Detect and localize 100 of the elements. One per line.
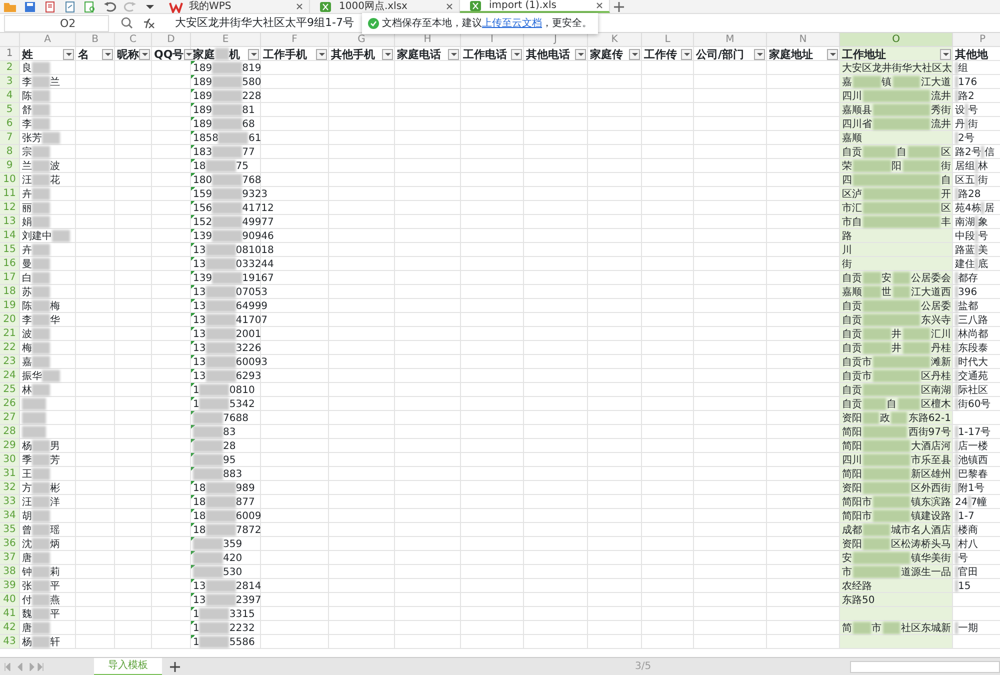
row-number[interactable]: 10 — [0, 173, 20, 187]
row-number[interactable]: 3 — [0, 75, 20, 89]
close-icon[interactable] — [296, 3, 303, 10]
close-icon[interactable] — [446, 3, 453, 10]
row-number[interactable]: 1 — [0, 47, 20, 61]
column-header[interactable]: F — [261, 33, 329, 47]
row-number[interactable]: 13 — [0, 215, 20, 229]
upload-link[interactable]: 上传至云文档 — [482, 18, 542, 29]
column-header[interactable]: D — [152, 33, 191, 47]
file-tab[interactable]: 我的WPS — [160, 0, 310, 13]
row-number[interactable]: 42 — [0, 621, 20, 635]
sheet-tab[interactable]: 导入模板 — [94, 658, 162, 675]
row-number[interactable]: 20 — [0, 313, 20, 327]
add-tab-icon[interactable] — [614, 0, 624, 13]
row-number[interactable]: 7 — [0, 131, 20, 145]
row-number[interactable]: 12 — [0, 201, 20, 215]
column-header[interactable]: B — [76, 33, 115, 47]
row-number[interactable]: 11 — [0, 187, 20, 201]
file-tab[interactable]: import (1).xls — [460, 0, 610, 13]
row-number[interactable]: 14 — [0, 229, 20, 243]
row-number[interactable]: 2 — [0, 61, 20, 75]
row-number[interactable]: 24 — [0, 369, 20, 383]
row-number[interactable]: 37 — [0, 551, 20, 565]
row-number[interactable]: 35 — [0, 523, 20, 537]
row-number[interactable]: 33 — [0, 495, 20, 509]
undo-icon[interactable] — [103, 1, 117, 13]
column-header[interactable]: A — [20, 33, 76, 47]
cell-text: 梅 — [50, 300, 60, 312]
row-number[interactable]: 26 — [0, 397, 20, 411]
row-number[interactable]: 27 — [0, 411, 20, 425]
column-header[interactable]: J — [524, 33, 588, 47]
function-icon[interactable] — [141, 17, 155, 29]
horizontal-scrollbar[interactable] — [850, 660, 1000, 672]
row-number[interactable]: 34 — [0, 509, 20, 523]
filter-dropdown[interactable] — [316, 48, 327, 60]
document-icon[interactable] — [43, 1, 57, 13]
row-number[interactable]: 18 — [0, 285, 20, 299]
column-header[interactable]: K — [588, 33, 642, 47]
column-header[interactable]: I — [461, 33, 524, 47]
row-number[interactable]: 5 — [0, 103, 20, 117]
row-number[interactable]: 30 — [0, 453, 20, 467]
column-header[interactable]: H — [395, 33, 461, 47]
row-number[interactable]: 16 — [0, 257, 20, 271]
column-header[interactable]: O — [840, 33, 953, 47]
filter-dropdown[interactable] — [681, 48, 692, 60]
column-header[interactable]: L — [642, 33, 694, 47]
filter-dropdown[interactable] — [102, 48, 113, 60]
row-number[interactable]: 41 — [0, 607, 20, 621]
row-number[interactable]: 32 — [0, 481, 20, 495]
row-number[interactable]: 9 — [0, 159, 20, 173]
filter-dropdown[interactable] — [575, 48, 586, 60]
corner-cell[interactable] — [0, 33, 20, 47]
add-sheet-icon[interactable] — [170, 662, 180, 672]
row-number[interactable]: 4 — [0, 89, 20, 103]
row-number[interactable]: 31 — [0, 467, 20, 481]
row-number[interactable]: 29 — [0, 439, 20, 453]
column-header[interactable]: C — [115, 33, 152, 47]
column-header[interactable]: E — [191, 33, 261, 47]
zoom-icon[interactable] — [121, 17, 133, 29]
filter-dropdown[interactable] — [382, 48, 393, 60]
row-number[interactable]: 6 — [0, 117, 20, 131]
row-number[interactable]: 8 — [0, 145, 20, 159]
preview-icon[interactable] — [83, 1, 97, 13]
row-number[interactable]: 15 — [0, 243, 20, 257]
row-number[interactable]: 22 — [0, 341, 20, 355]
export-icon[interactable] — [63, 1, 77, 13]
blur-mask — [206, 356, 236, 368]
column-header[interactable]: G — [329, 33, 395, 47]
cell-text: 7688 — [223, 412, 248, 424]
row-number[interactable]: 25 — [0, 383, 20, 397]
formula-field[interactable]: 大安区龙井街华大社区太平9组1-7号 — [175, 14, 354, 32]
filter-dropdown[interactable] — [248, 48, 259, 60]
number-as-text-marker — [191, 509, 195, 513]
filter-dropdown[interactable] — [184, 48, 195, 60]
row-number[interactable]: 21 — [0, 327, 20, 341]
cell-text: 流井 — [931, 90, 951, 102]
row-number[interactable]: 23 — [0, 355, 20, 369]
row-number[interactable]: 40 — [0, 593, 20, 607]
filter-dropdown[interactable] — [629, 48, 640, 60]
row-number[interactable]: 28 — [0, 425, 20, 439]
filter-dropdown[interactable] — [139, 48, 150, 60]
column-header[interactable]: P — [953, 33, 1000, 47]
filter-dropdown[interactable] — [940, 48, 951, 60]
row-number[interactable]: 39 — [0, 579, 20, 593]
filter-dropdown[interactable] — [827, 48, 838, 60]
row-number[interactable]: 36 — [0, 537, 20, 551]
cell-text: 13 — [193, 300, 206, 312]
row-number[interactable]: 38 — [0, 565, 20, 579]
column-header[interactable]: M — [694, 33, 767, 47]
filter-dropdown[interactable] — [63, 48, 74, 60]
name-box[interactable]: O2 — [4, 14, 109, 32]
save-icon[interactable] — [23, 1, 37, 13]
filter-dropdown[interactable] — [754, 48, 765, 60]
filter-dropdown[interactable] — [448, 48, 459, 60]
close-icon[interactable] — [596, 2, 603, 9]
row-number[interactable]: 19 — [0, 299, 20, 313]
row-number[interactable]: 43 — [0, 635, 20, 649]
row-number[interactable]: 17 — [0, 271, 20, 285]
filter-dropdown[interactable] — [511, 48, 522, 60]
column-header[interactable]: N — [767, 33, 840, 47]
